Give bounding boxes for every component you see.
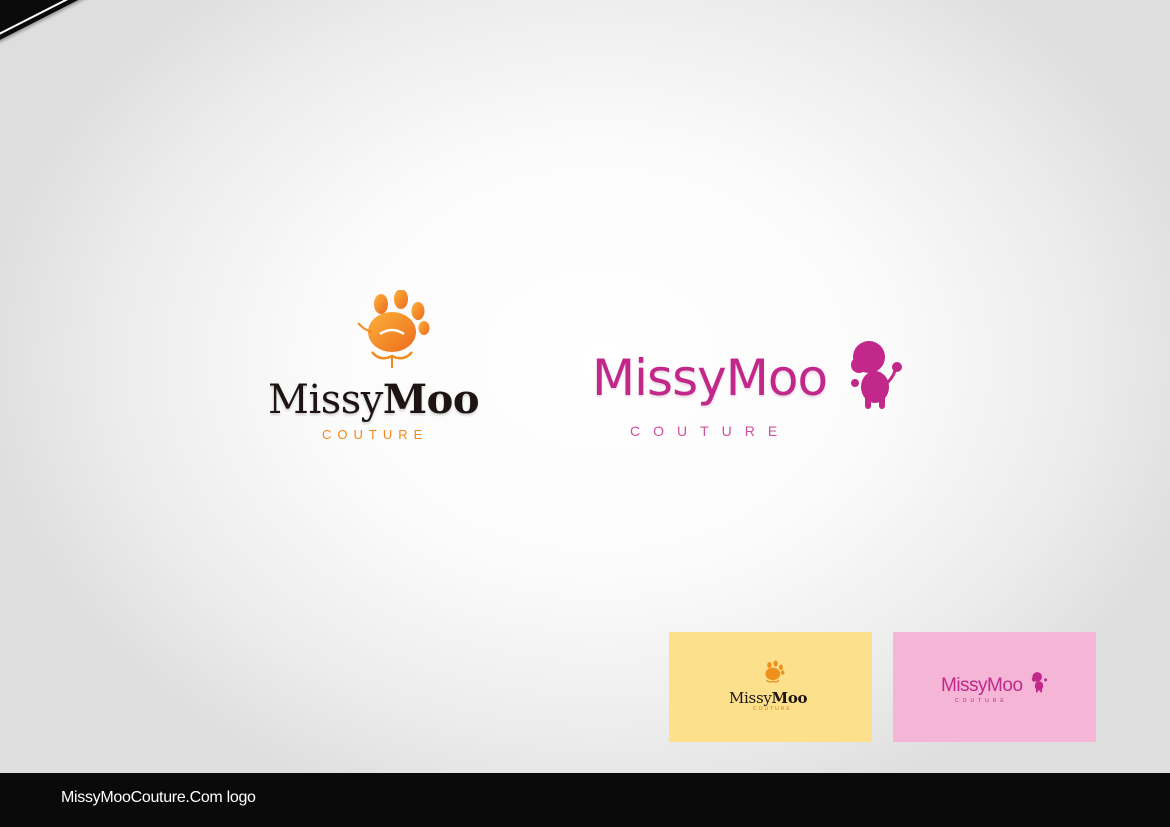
wordmark-missy: Missy [268, 377, 383, 423]
mini-poodle-icon [1031, 672, 1048, 693]
mini-wordmark-dark: MissyMoo [729, 689, 808, 707]
logo-tagline-orange: COUTURE [322, 427, 429, 442]
mini-wordmark-missy: Missy [729, 689, 772, 707]
logo-wordmark-dark: MissyMoo [268, 376, 480, 423]
mini-tagline-orange: COUTURE [753, 706, 792, 712]
swatch-yellow-card: MissyMoo COUTURE [669, 632, 872, 742]
mini-tagline-pink: COUTURE [955, 698, 1008, 704]
logo-pink: MissyMoo COUTURE [590, 335, 910, 445]
wordmark-moo: Moo [382, 376, 480, 423]
mini-wordmark-pink: MissyMoo [941, 675, 1023, 696]
mini-wordmark-moo: Moo [771, 689, 808, 707]
logo-orange: MissyMoo COUTURE [262, 290, 522, 450]
corner-ribbon [0, 0, 251, 63]
logo-wordmark-pink: MissyMoo [592, 349, 828, 407]
footer-bar: MissyMooCouture.Com logo [0, 773, 1170, 827]
logo-tagline-pink: COUTURE [630, 423, 791, 439]
poodle-icon [851, 341, 902, 409]
swatch-pink-card: MissyMoo COUTURE [893, 632, 1096, 742]
mini-paw-cat-icon [765, 660, 785, 683]
paw-cat-icon [357, 290, 430, 368]
footer-caption: MissyMooCouture.Com logo [61, 789, 256, 806]
